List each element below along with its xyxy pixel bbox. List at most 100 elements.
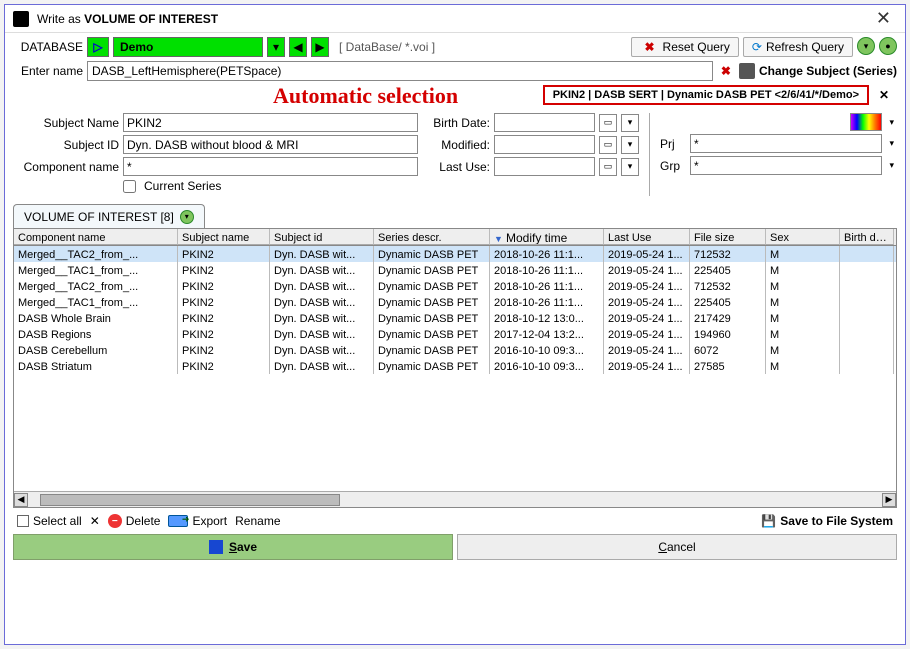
col-subject-name[interactable]: Subject name (178, 229, 270, 245)
subject-name-input[interactable] (123, 113, 418, 132)
grp-dropdown-icon[interactable]: ▾ (886, 160, 897, 171)
table-cell: 2019-05-24 1... (604, 342, 690, 358)
database-select[interactable]: Demo (113, 37, 263, 57)
grp-label: Grp (660, 159, 686, 173)
table-cell: Dyn. DASB wit... (270, 278, 374, 294)
scroll-left-icon[interactable]: ◀ (14, 493, 28, 507)
modified-dropdown-icon[interactable]: ▾ (621, 136, 639, 154)
db-prev-icon[interactable]: ◀ (289, 37, 307, 57)
table-row[interactable]: DASB CerebellumPKIN2Dyn. DASB wit...Dyna… (14, 342, 896, 358)
table-cell (840, 294, 894, 310)
col-file-size[interactable]: File size (690, 229, 766, 245)
auto-selection-clear-icon[interactable]: ✕ (879, 88, 889, 102)
table-row[interactable]: DASB Whole BrainPKIN2Dyn. DASB wit...Dyn… (14, 310, 896, 326)
change-subject-button[interactable]: Change Subject (Series) (759, 64, 897, 78)
database-label: DATABASE (13, 40, 83, 54)
table-header: Component name Subject name Subject id S… (14, 229, 896, 246)
current-series-checkbox[interactable] (123, 180, 136, 193)
table-cell: Merged__TAC1_from_... (14, 294, 178, 310)
lastuse-dropdown-icon[interactable]: ▾ (621, 158, 639, 176)
extra-action-button[interactable]: ● (879, 37, 897, 55)
lastuse-picker-icon[interactable]: ▭ (599, 158, 617, 176)
scroll-thumb[interactable] (40, 494, 340, 506)
scroll-right-icon[interactable]: ▶ (882, 493, 896, 507)
table-cell: PKIN2 (178, 326, 270, 342)
color-swatch-button[interactable] (850, 113, 882, 131)
table-cell: M (766, 342, 840, 358)
name-input[interactable] (87, 61, 713, 81)
table-cell: M (766, 310, 840, 326)
table-cell (840, 342, 894, 358)
table-cell: M (766, 278, 840, 294)
close-icon[interactable]: ✕ (870, 8, 897, 29)
table-cell: Dyn. DASB wit... (270, 358, 374, 374)
modified-input[interactable] (494, 135, 595, 154)
tab-bar: VOLUME OF INTEREST [8] ▾ (13, 204, 897, 228)
grp-input[interactable] (690, 156, 882, 175)
col-sex[interactable]: Sex (766, 229, 840, 245)
reset-query-button[interactable]: ✖Reset Query (631, 37, 738, 57)
tab-volume-of-interest[interactable]: VOLUME OF INTEREST [8] ▾ (13, 204, 205, 228)
tab-menu-icon[interactable]: ▾ (180, 210, 194, 224)
prj-dropdown-icon[interactable]: ▾ (886, 138, 897, 149)
db-next-icon[interactable]: ▶ (311, 37, 329, 57)
save-to-fs-button[interactable]: 💾Save to File System (761, 514, 893, 528)
component-name-input[interactable] (123, 157, 418, 176)
table-row[interactable]: Merged__TAC2_from_...PKIN2Dyn. DASB wit.… (14, 246, 896, 262)
table-row[interactable]: DASB RegionsPKIN2Dyn. DASB wit...Dynamic… (14, 326, 896, 342)
select-all-button[interactable]: Select all (17, 514, 82, 528)
table-cell: DASB Striatum (14, 358, 178, 374)
table-cell (840, 326, 894, 342)
refresh-query-button[interactable]: ⟳Refresh Query (743, 37, 853, 57)
auto-selection-label: Automatic selection (273, 83, 458, 109)
table-row[interactable]: Merged__TAC2_from_...PKIN2Dyn. DASB wit.… (14, 278, 896, 294)
color-dropdown-icon[interactable]: ▾ (886, 117, 897, 128)
table-row[interactable]: DASB StriatumPKIN2Dyn. DASB wit...Dynami… (14, 358, 896, 374)
prj-input[interactable] (690, 134, 882, 153)
clear-name-icon[interactable]: ✖ (717, 64, 735, 78)
col-series-descr[interactable]: Series descr. (374, 229, 490, 245)
deselect-icon[interactable]: ✕ (90, 514, 100, 528)
title-prefix: Write as (37, 12, 84, 26)
col-last-use[interactable]: Last Use (604, 229, 690, 245)
table-cell: 225405 (690, 294, 766, 310)
table-cell: M (766, 326, 840, 342)
h-scrollbar[interactable]: ◀ ▶ (14, 491, 896, 507)
table-row[interactable]: Merged__TAC1_from_...PKIN2Dyn. DASB wit.… (14, 262, 896, 278)
birth-date-input[interactable] (494, 113, 595, 132)
col-subject-id[interactable]: Subject id (270, 229, 374, 245)
table-cell: PKIN2 (178, 310, 270, 326)
table-cell: 194960 (690, 326, 766, 342)
export-button[interactable]: Export (168, 514, 227, 528)
db-dropdown-icon[interactable]: ▾ (267, 37, 285, 57)
table-cell: Merged__TAC1_from_... (14, 262, 178, 278)
query-buttons: ✖Reset Query ⟳Refresh Query ▾ ● (631, 37, 897, 57)
subject-link-icon[interactable] (739, 63, 755, 79)
refresh-dropdown-icon[interactable]: ▾ (857, 37, 875, 55)
birth-date-picker-icon[interactable]: ▭ (599, 114, 617, 132)
table-row[interactable]: Merged__TAC1_from_...PKIN2Dyn. DASB wit.… (14, 294, 896, 310)
table-cell: 2019-05-24 1... (604, 326, 690, 342)
cancel-button[interactable]: Cancel (457, 534, 897, 560)
lastuse-input[interactable] (494, 157, 595, 176)
db-play-icon[interactable]: ▷ (87, 37, 109, 57)
select-all-label: Select all (33, 514, 82, 528)
col-component-name[interactable]: Component name (14, 229, 178, 245)
delete-button[interactable]: −Delete (108, 514, 161, 528)
table-cell (840, 262, 894, 278)
col-birth-date[interactable]: Birth date (840, 229, 894, 245)
birth-date-dropdown-icon[interactable]: ▾ (621, 114, 639, 132)
modified-picker-icon[interactable]: ▭ (599, 136, 617, 154)
rename-button[interactable]: Rename (235, 514, 280, 528)
table-cell (840, 310, 894, 326)
prj-label: Prj (660, 137, 686, 151)
lastuse-label: Last Use: (424, 160, 490, 174)
save-button[interactable]: Save (13, 534, 453, 560)
save-fs-label: Save to File System (780, 514, 893, 528)
subject-id-input[interactable] (123, 135, 418, 154)
col-modify-time[interactable]: ▼ Modify time (490, 229, 604, 245)
table-cell: 2019-05-24 1... (604, 294, 690, 310)
title-strong: VOLUME OF INTEREST (84, 12, 218, 26)
table-cell: 712532 (690, 246, 766, 262)
filter-form: Subject Name Subject ID Component name C… (13, 113, 897, 196)
